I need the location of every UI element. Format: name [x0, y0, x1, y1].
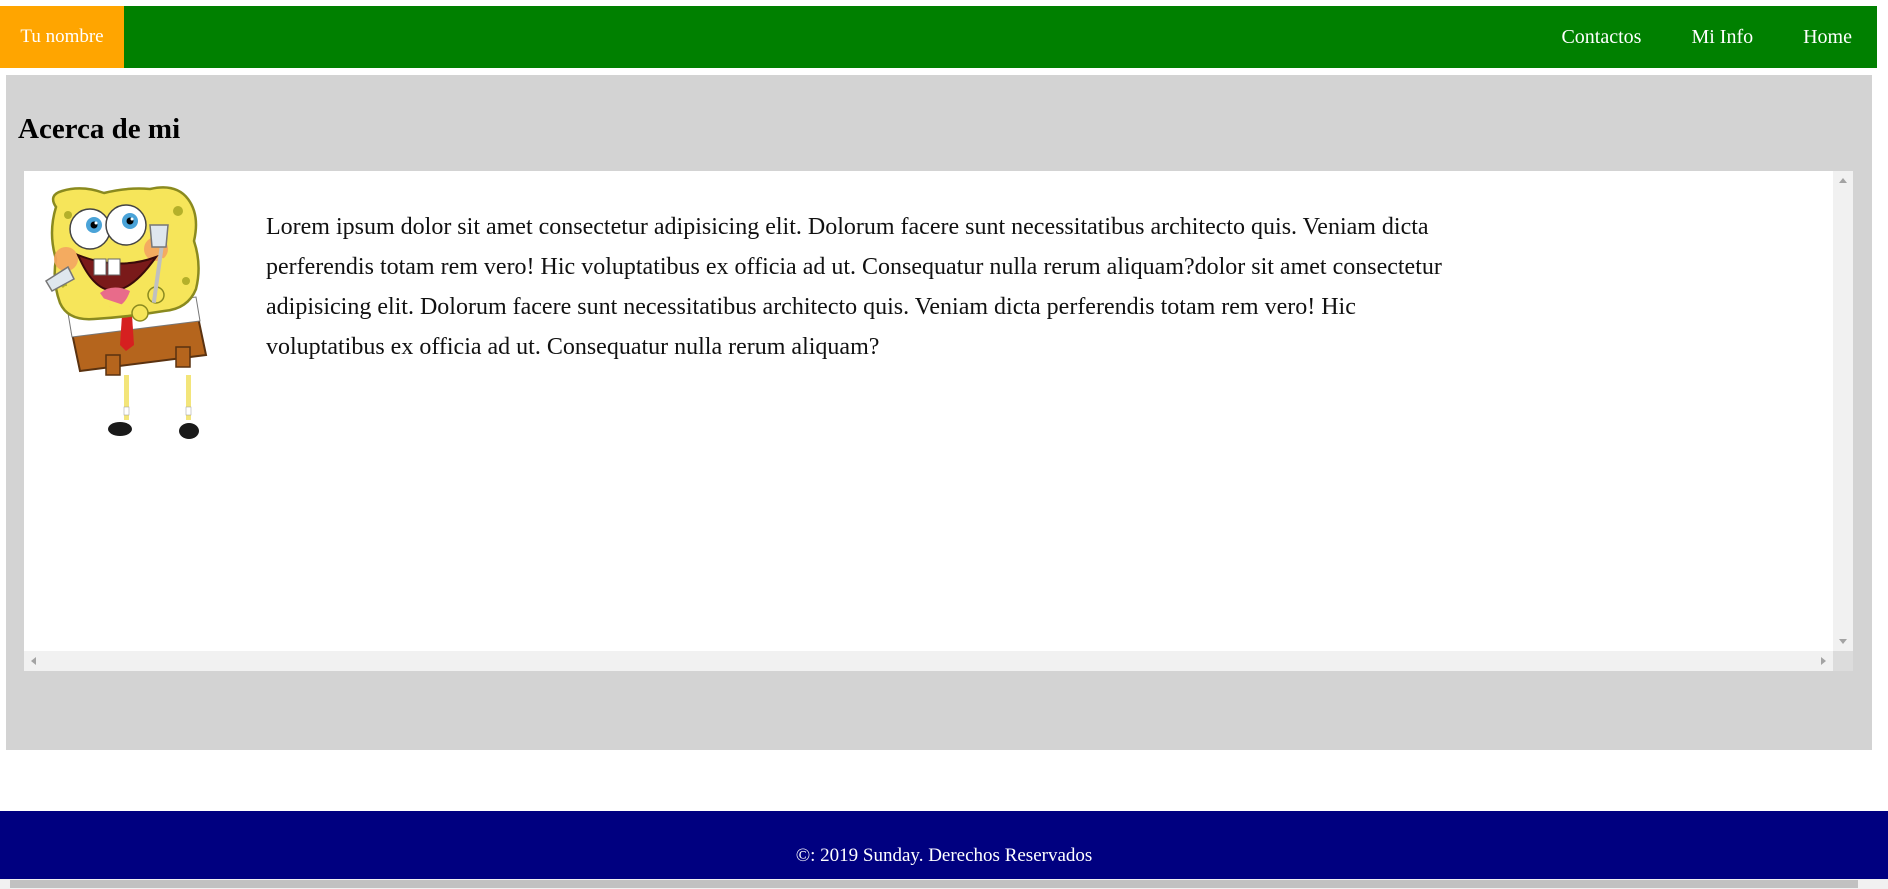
right-shoe — [179, 423, 199, 439]
nav-links: Contactos Mi Info Home — [1536, 6, 1877, 68]
nav-link-mi-info[interactable]: Mi Info — [1666, 6, 1778, 68]
nav-link-contactos[interactable]: Contactos — [1536, 6, 1666, 68]
vertical-scrollbar[interactable] — [1833, 171, 1853, 651]
scrollable-content-box[interactable]: Lorem ipsum dolor sit amet consectetur a… — [24, 171, 1853, 671]
footer-copyright: ©: 2019 Sunday. Derechos Reservados — [795, 845, 1093, 866]
page: Tu nombre Contactos Mi Info Home Acerca … — [0, 0, 1888, 889]
about-paragraph: Lorem ipsum dolor sit amet consectetur a… — [266, 214, 1442, 360]
left-shoe — [108, 422, 132, 436]
section-heading: Acerca de mi — [18, 113, 181, 145]
horizontal-scrollbar[interactable] — [24, 651, 1833, 671]
content-viewport: Lorem ipsum dolor sit amet consectetur a… — [24, 171, 1833, 651]
about-section: Acerca de mi Lorem ipsum dolor sit amet … — [6, 75, 1872, 750]
top-navbar: Tu nombre Contactos Mi Info Home — [0, 6, 1877, 68]
page-horizontal-scrollbar[interactable] — [0, 879, 1888, 889]
red-tie — [120, 315, 134, 351]
spongebob-character-image — [44, 186, 208, 439]
brand-name[interactable]: Tu nombre — [0, 6, 124, 68]
scroll-down-arrow-icon[interactable] — [1839, 639, 1847, 644]
footer: ©: 2019 Sunday. Derechos Reservados — [0, 811, 1888, 879]
nav-link-home[interactable]: Home — [1778, 6, 1877, 68]
scroll-right-arrow-icon[interactable] — [1821, 657, 1826, 665]
spatula — [149, 224, 169, 248]
page-scroll-thumb[interactable] — [10, 880, 1858, 888]
scroll-left-arrow-icon[interactable] — [31, 657, 36, 665]
scroll-up-arrow-icon[interactable] — [1839, 178, 1847, 183]
scrollbar-corner — [1833, 651, 1853, 671]
